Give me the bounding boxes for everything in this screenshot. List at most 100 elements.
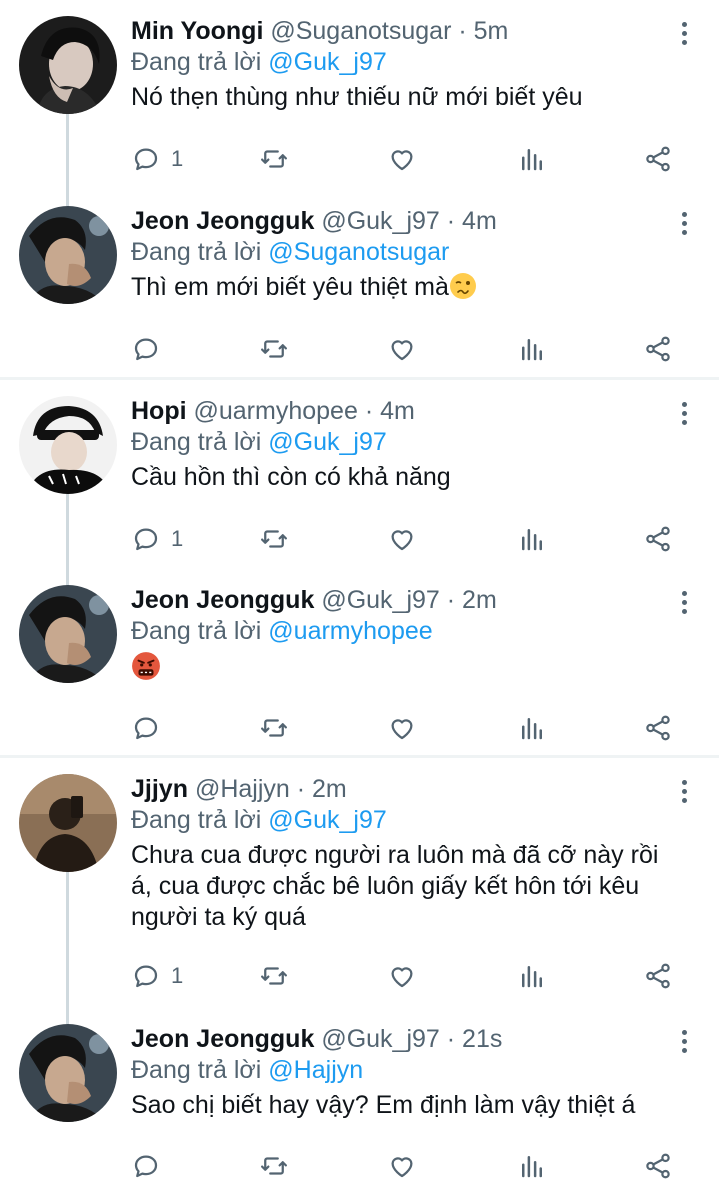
display-name[interactable]: Jeon Jeongguk	[131, 207, 314, 235]
tweet[interactable]: Jjjyn @Hajjyn · 2m Đang trả lời @Guk_j97…	[0, 758, 719, 1008]
share-button[interactable]	[643, 1149, 673, 1183]
reply-to-handle[interactable]: @uarmyhopee	[268, 617, 432, 645]
tweet[interactable]: Jeon Jeongguk @Guk_j97 · 21s Đang trả lờ…	[0, 1008, 719, 1193]
username[interactable]: @Hajjyn	[195, 775, 290, 803]
tweet-text: Cầu hồn thì còn có khả năng	[131, 463, 451, 491]
share-button[interactable]	[643, 711, 673, 745]
avatar[interactable]	[19, 16, 117, 114]
heart-icon	[391, 967, 413, 988]
reply-to-handle[interactable]: @Suganotsugar	[268, 238, 449, 266]
tweet[interactable]: Jeon Jeongguk @Guk_j97 · 2m Đang trả lời…	[0, 569, 719, 755]
display-name[interactable]: Min Yoongi	[131, 17, 263, 45]
share-icon	[646, 715, 670, 741]
reply-icon	[134, 148, 158, 171]
reply-button[interactable]	[131, 1149, 161, 1183]
avatar[interactable]	[19, 396, 117, 494]
tweet-text	[131, 651, 669, 684]
tweet-text: Thì em mới biết yêu thiệt mà	[131, 272, 669, 303]
retweet-button[interactable]	[259, 711, 289, 745]
avatar[interactable]	[19, 206, 117, 304]
retweet-button[interactable]	[259, 332, 289, 366]
analytics-button[interactable]	[517, 522, 547, 556]
username[interactable]: @uarmyhopee	[194, 397, 358, 425]
analytics-button[interactable]	[517, 1149, 547, 1183]
retweet-button[interactable]	[259, 142, 289, 176]
reply-button[interactable]	[131, 332, 161, 366]
retweet-icon	[261, 340, 287, 358]
tweet-text: Nó thẹn thùng như thiếu nữ mới biết yêu	[131, 83, 583, 111]
username[interactable]: @Guk_j97	[321, 586, 440, 614]
share-button[interactable]	[643, 142, 673, 176]
replying-prefix: Đang trả lời	[131, 48, 262, 76]
retweet-button[interactable]	[259, 1149, 289, 1183]
timestamp[interactable]: · 2m	[447, 586, 497, 614]
more-options-icon[interactable]	[679, 210, 689, 238]
timestamp[interactable]: · 21s	[447, 1025, 503, 1053]
replying-prefix: Đang trả lời	[131, 428, 262, 456]
more-options-icon[interactable]	[679, 400, 689, 428]
analytics-icon	[522, 966, 542, 988]
retweet-icon	[261, 719, 287, 737]
username[interactable]: @Guk_j97	[321, 1025, 440, 1053]
avatar[interactable]	[19, 585, 117, 683]
timestamp[interactable]: · 5m	[458, 17, 508, 45]
reply-button[interactable]: 1	[131, 142, 183, 176]
reply-count: 1	[171, 963, 184, 988]
analytics-button[interactable]	[517, 332, 547, 366]
display-name[interactable]: Jeon Jeongguk	[131, 586, 314, 614]
reply-button[interactable]: 1	[131, 959, 183, 993]
tweet[interactable]: Hopi @uarmyhopee · 4m Đang trả lời @Guk_…	[0, 380, 719, 570]
more-options-icon[interactable]	[679, 20, 689, 48]
analytics-icon	[522, 718, 542, 740]
reply-icon	[134, 965, 158, 988]
display-name[interactable]: Hopi	[131, 397, 187, 425]
share-button[interactable]	[643, 522, 673, 556]
timestamp[interactable]: · 4m	[447, 207, 497, 235]
like-button[interactable]	[387, 1149, 417, 1183]
retweet-button[interactable]	[259, 522, 289, 556]
reply-icon	[134, 528, 158, 551]
share-button[interactable]	[643, 959, 673, 993]
avatar[interactable]	[19, 1024, 117, 1122]
tweet[interactable]: Min Yoongi @Suganotsugar · 5m Đang trả l…	[0, 0, 719, 190]
tweet-header: Jeon Jeongguk @Guk_j97 · 4m	[131, 206, 669, 236]
tweet[interactable]: Jeon Jeongguk @Guk_j97 · 4m Đang trả lời…	[0, 190, 719, 377]
like-button[interactable]	[387, 522, 417, 556]
reply-icon	[134, 338, 158, 361]
heart-icon	[391, 530, 413, 551]
like-button[interactable]	[387, 959, 417, 993]
like-button[interactable]	[387, 332, 417, 366]
analytics-button[interactable]	[517, 142, 547, 176]
more-options-icon[interactable]	[679, 778, 689, 806]
avatar[interactable]	[19, 774, 117, 872]
reply-button[interactable]: 1	[131, 522, 183, 556]
replying-to: Đang trả lời @Guk_j97	[131, 804, 669, 836]
reply-button[interactable]	[131, 711, 161, 745]
reply-to-handle[interactable]: @Guk_j97	[268, 806, 387, 834]
reply-count: 1	[171, 526, 184, 551]
tweet-header: Jeon Jeongguk @Guk_j97 · 2m	[131, 585, 669, 615]
timestamp[interactable]: · 2m	[297, 775, 347, 803]
analytics-button[interactable]	[517, 959, 547, 993]
reply-to-handle[interactable]: @Hajjyn	[268, 1056, 363, 1084]
tweet-header: Jjjyn @Hajjyn · 2m	[131, 774, 669, 804]
display-name[interactable]: Jeon Jeongguk	[131, 1025, 314, 1053]
replying-prefix: Đang trả lời	[131, 238, 262, 266]
analytics-button[interactable]	[517, 711, 547, 745]
like-button[interactable]	[387, 711, 417, 745]
reply-icon	[134, 1155, 158, 1178]
reply-to-handle[interactable]: @Guk_j97	[268, 428, 387, 456]
heart-icon	[391, 1157, 413, 1178]
retweet-button[interactable]	[259, 959, 289, 993]
analytics-icon	[522, 1156, 542, 1178]
more-options-icon[interactable]	[679, 589, 689, 617]
username[interactable]: @Guk_j97	[321, 207, 440, 235]
reply-to-handle[interactable]: @Guk_j97	[268, 48, 387, 76]
display-name[interactable]: Jjjyn	[131, 775, 188, 803]
timestamp[interactable]: · 4m	[365, 397, 415, 425]
share-button[interactable]	[643, 332, 673, 366]
action-bar	[131, 1149, 691, 1183]
like-button[interactable]	[387, 142, 417, 176]
more-options-icon[interactable]	[679, 1028, 689, 1056]
username[interactable]: @Suganotsugar	[270, 17, 451, 45]
